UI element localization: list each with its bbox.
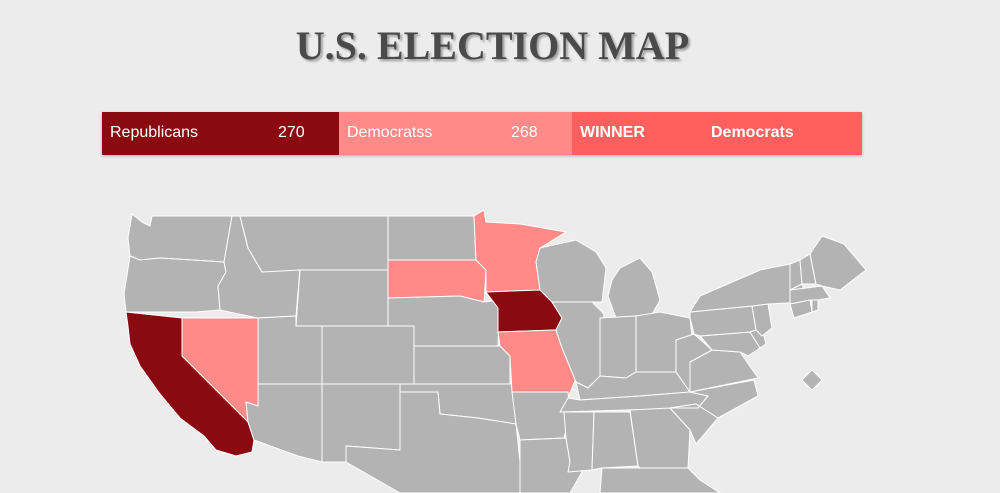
state-colorado[interactable]: Colorado <box>321 325 415 385</box>
state-wisconsin[interactable]: Wisconsin <box>535 239 607 303</box>
state-south-dakota[interactable]: South Dakota <box>387 259 487 303</box>
us-map: WashingtonOregonCaliforniaNevadaIdahoMon… <box>123 209 867 493</box>
state-kansas[interactable]: Kansas <box>413 345 511 385</box>
state-michigan[interactable]: Michigan <box>607 257 661 319</box>
state-wyoming[interactable]: Wyoming <box>295 269 389 327</box>
state-montana[interactable]: Montana <box>239 215 389 273</box>
state-oregon[interactable]: Oregon <box>123 255 227 313</box>
state-utah[interactable]: Utah <box>257 315 323 385</box>
state-washington[interactable]: Washington <box>127 213 233 263</box>
page: U.S. ELECTION MAP Republicans 270 Democr… <box>0 0 1000 493</box>
state-new-york[interactable]: New York <box>689 263 807 313</box>
state-indiana[interactable]: Indiana <box>599 315 637 379</box>
state-florida[interactable]: Florida <box>599 467 721 493</box>
state-maine[interactable]: Maine <box>809 235 867 291</box>
state-rhode-island[interactable]: Rhode Island <box>811 299 819 313</box>
state-arkansas[interactable]: Arkansas <box>511 391 571 441</box>
state-north-dakota[interactable]: North Dakota <box>387 215 477 261</box>
state-district-of-columbia[interactable]: District of Columbia <box>801 369 823 391</box>
